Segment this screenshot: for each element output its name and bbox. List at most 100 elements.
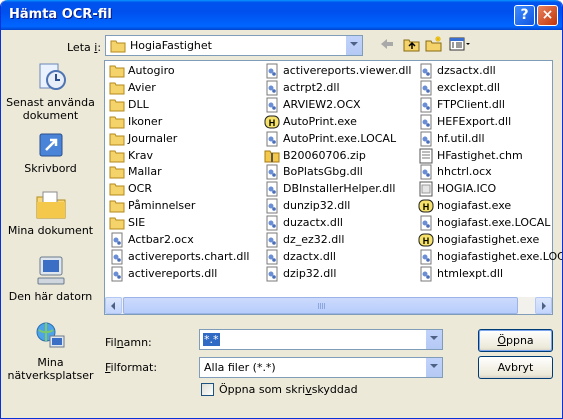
file-name: Actbar2.ocx	[128, 233, 194, 246]
file-name: hogiafastighet.exe	[437, 233, 540, 246]
folder-icon	[109, 215, 125, 231]
open-read-only-checkbox[interactable]	[201, 383, 214, 396]
file-name: B20060706.zip	[283, 148, 366, 162]
look-in-dropdown[interactable]: HogiaFastighet	[105, 35, 363, 56]
place-recent-documents[interactable]: Senast använda dokument	[4, 60, 97, 122]
chevron-down-icon	[350, 42, 358, 46]
file-name: duzactx.dll	[283, 216, 343, 230]
look-in-dropdown-button[interactable]	[345, 36, 362, 55]
file-name-label: Filnamn:	[105, 336, 152, 349]
zip-folder-icon	[264, 148, 280, 164]
file-name: hogiafast.exe	[437, 199, 512, 213]
back-arrow-icon[interactable]	[379, 36, 395, 52]
file-name: HOGIA.ICO	[437, 182, 497, 196]
folder-icon	[109, 148, 125, 164]
scroll-left-button[interactable]	[105, 297, 122, 314]
file-name: Påminnelser	[128, 199, 196, 213]
file-name: Ikoner	[128, 114, 163, 128]
dll-file-icon	[418, 97, 434, 113]
file-name: HFastighet.chm	[437, 148, 523, 162]
file-name: OCR	[128, 182, 152, 196]
folder-icon	[109, 114, 125, 130]
new-folder-icon[interactable]	[425, 36, 443, 52]
horizontal-scrollbar[interactable]	[105, 297, 552, 314]
scrollbar-thumb[interactable]	[123, 297, 518, 314]
file-type-dropdown[interactable]: Alla filer (*.*)	[199, 357, 443, 378]
file-name: dunzip32.dll	[283, 199, 351, 213]
hogia-app-icon: H	[418, 198, 434, 214]
file-name: htmlexpt.dll	[437, 266, 504, 280]
dll-file-icon	[109, 232, 125, 248]
my-computer-icon	[37, 256, 64, 285]
file-name: activereports.viewer.dll	[283, 64, 412, 77]
file-name: activereports.chart.dll	[128, 249, 250, 263]
file-name: activereports.dll	[128, 266, 218, 280]
file-list[interactable]: Autogiro Avier DLL Ikoner Journaler Krav Malla…	[104, 60, 562, 315]
file-name-dropdown-button[interactable]	[425, 330, 442, 349]
file-name: BoPlatsGbg.dll	[283, 165, 363, 179]
file-name: hhctrl.ocx	[437, 165, 492, 179]
file-name: DLL	[128, 97, 149, 111]
close-button[interactable]: ×	[537, 5, 558, 26]
folder-icon	[109, 63, 125, 79]
help-button[interactable]: ?	[514, 5, 535, 26]
hogia-app-icon: H	[264, 114, 280, 130]
recent-documents-icon	[39, 63, 66, 90]
dll-file-icon	[418, 63, 434, 79]
image-file-icon	[418, 181, 434, 197]
file-name: hogiafastighet.exe.LOCAL	[437, 249, 562, 263]
folder-icon	[109, 97, 125, 113]
file-name: ARVIEW2.OCX	[283, 97, 361, 111]
dll-file-icon	[264, 181, 280, 197]
dll-file-icon	[109, 249, 125, 265]
window-title: Hämta OCR-fil	[9, 7, 112, 22]
dll-file-icon	[418, 266, 434, 282]
up-folder-icon[interactable]	[403, 36, 421, 52]
arrow-left-icon	[111, 302, 115, 310]
place-my-computer[interactable]: Den här datorn	[4, 254, 97, 303]
svg-text:H: H	[423, 236, 430, 246]
dll-file-icon	[264, 266, 280, 282]
file-name: dzactx.dll	[283, 249, 336, 263]
file-name: FTPClient.dll	[437, 97, 505, 111]
hogia-app-icon: H	[418, 232, 434, 248]
network-places-icon	[36, 322, 64, 348]
dll-file-icon	[264, 131, 280, 147]
dll-file-icon	[418, 80, 434, 96]
places-bar: Senast använda dokument Skrivbord Mina d…	[4, 54, 97, 384]
dll-file-icon	[418, 131, 434, 147]
open-read-only-label[interactable]: Öppna som skrivskyddad	[219, 383, 358, 396]
cancel-button[interactable]: Avbryt	[478, 356, 553, 379]
view-menu-icon[interactable]	[449, 36, 471, 52]
file-name: AutoPrint.exe	[283, 114, 357, 128]
dll-file-icon	[418, 114, 434, 130]
grip-icon	[318, 303, 326, 309]
place-label: Senast använda dokument	[6, 96, 95, 122]
chevron-down-icon	[430, 364, 438, 368]
place-my-documents[interactable]: Mina dokument	[4, 188, 97, 237]
look-in-label: Leta i:	[67, 41, 102, 54]
folder-icon	[109, 164, 125, 180]
file-name-input[interactable]: *.*	[199, 329, 443, 350]
dll-file-icon	[264, 232, 280, 248]
place-desktop[interactable]: Skrivbord	[4, 130, 97, 175]
file-name: hf.util.dll	[437, 131, 485, 145]
help-file-icon	[418, 148, 434, 164]
chevron-down-icon	[430, 336, 438, 340]
open-button[interactable]: Öppna	[478, 329, 553, 352]
place-label: Skrivbord	[24, 162, 77, 175]
place-network[interactable]: Mina nätverksplatser	[4, 320, 97, 382]
dll-file-icon	[418, 215, 434, 231]
folder-icon	[110, 40, 126, 53]
svg-text:H: H	[269, 118, 276, 128]
file-name: Krav	[128, 148, 153, 162]
scroll-right-button[interactable]	[535, 297, 552, 314]
file-name: Journaler	[128, 131, 178, 145]
folder-icon	[109, 80, 125, 96]
dll-file-icon	[264, 198, 280, 214]
title-bar[interactable]: Hämta OCR-fil ? ×	[1, 0, 562, 30]
file-type-label: Filformat:	[105, 361, 158, 374]
file-type-dropdown-button[interactable]	[425, 358, 442, 377]
file-name: HEFExport.dll	[437, 114, 512, 128]
dll-file-icon	[264, 215, 280, 231]
